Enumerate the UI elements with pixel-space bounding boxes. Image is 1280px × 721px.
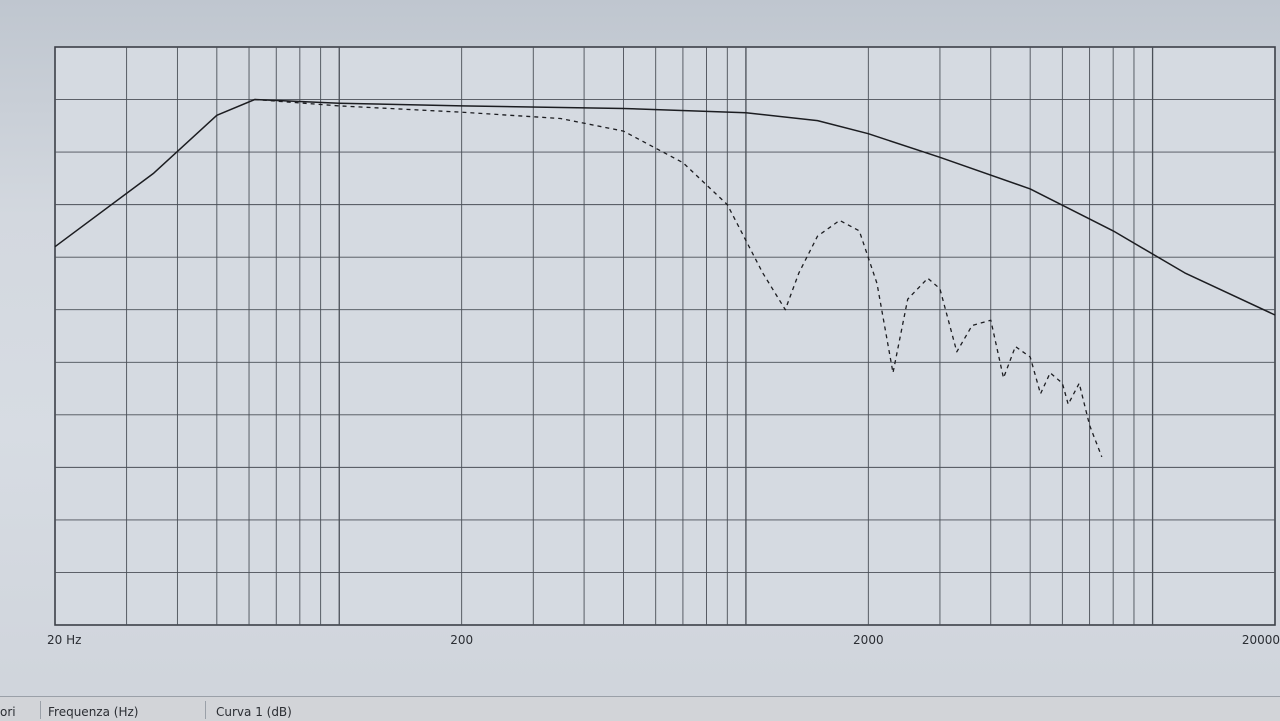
frequency-response-plot: 20 Hz 200 2000 20000 [47,46,1280,647]
status-x-label: Frequenza (Hz) [48,705,139,719]
status-curve-label: Curva 1 (dB) [216,705,292,719]
x-tick-label: 20000 [1242,633,1280,647]
x-tick-label: 200 [450,633,473,647]
status-bar: ori Frequenza (Hz) Curva 1 (dB) [0,696,1280,721]
tick-label-layer: 20 Hz 200 2000 20000 [47,633,1280,647]
screen: 20 Hz 200 2000 20000 ori Frequenza (Hz) Cur… [0,0,1280,721]
status-separator [205,701,206,719]
status-separator [40,701,41,719]
x-tick-label: 20 Hz [47,633,81,647]
x-tick-label: 2000 [853,633,884,647]
status-left-fragment: ori [0,705,16,719]
plot-frame [54,46,1276,626]
